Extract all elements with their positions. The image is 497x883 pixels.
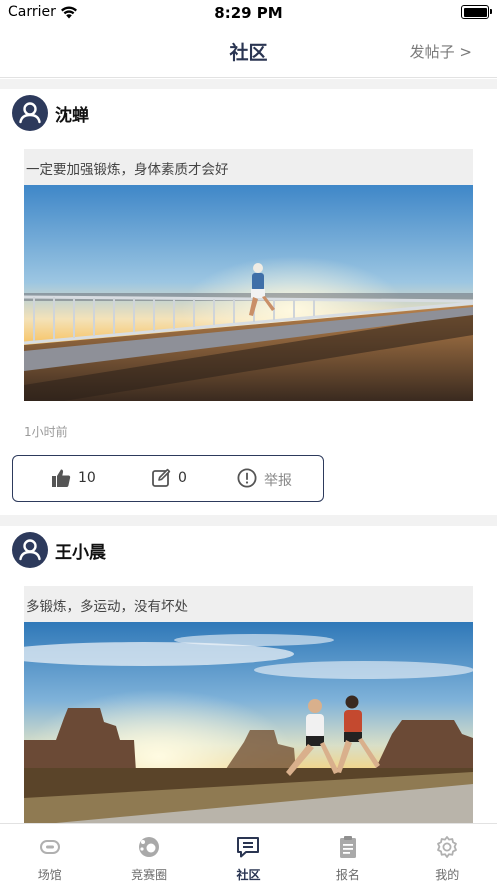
- post-action-bar: 10 0 举报: [12, 455, 324, 502]
- tab-stadium[interactable]: 场馆: [0, 824, 99, 883]
- stadium-icon: [39, 840, 60, 854]
- community-icon: [237, 837, 260, 858]
- tab-bar: 场馆 竞赛圈 社区 报名 我的: [0, 823, 497, 883]
- tab-label: 社区: [236, 868, 261, 882]
- user-icon: [19, 102, 41, 124]
- edit-icon: [152, 468, 171, 487]
- competition-icon: [139, 837, 160, 857]
- clock: 8:29 PM: [214, 4, 283, 22]
- comment-count: 0: [178, 470, 187, 486]
- gear-icon: [437, 836, 458, 858]
- tab-community[interactable]: 社区: [199, 824, 298, 883]
- post-text: 一定要加强锻炼，身体素质才会好: [26, 162, 229, 178]
- post-feed[interactable]: 沈蝉 一定要加强锻炼，身体素质才会好 1小时前 10 0 举报 王小晨 多锻炼，…: [0, 79, 497, 823]
- desert-runners-photo: [24, 622, 473, 823]
- comment-button[interactable]: 0: [151, 468, 201, 490]
- report-label: 举报: [264, 473, 292, 489]
- post-content[interactable]: 一定要加强锻炼，身体素质才会好: [24, 149, 473, 401]
- avatar[interactable]: [12, 95, 48, 131]
- author-name[interactable]: 沈蝉: [55, 101, 89, 126]
- post-image[interactable]: [24, 622, 473, 823]
- report-button[interactable]: 举报: [237, 468, 307, 490]
- nav-header: 社区 发帖子 >: [0, 26, 497, 78]
- tab-label: 竞赛圈: [131, 868, 168, 882]
- like-button[interactable]: 10: [51, 468, 111, 490]
- tab-signup[interactable]: 报名: [298, 824, 397, 883]
- post-card: 王小晨 多锻炼，多运动，没有坏处: [0, 526, 497, 823]
- tab-label: 场馆: [37, 868, 62, 882]
- new-post-button[interactable]: 发帖子 >: [410, 41, 472, 62]
- tab-competition[interactable]: 竞赛圈: [99, 824, 198, 883]
- tab-mine[interactable]: 我的: [398, 824, 497, 883]
- alert-icon: [237, 468, 257, 488]
- author-name[interactable]: 王小晨: [55, 538, 106, 563]
- post-content[interactable]: 多锻炼，多运动，没有坏处: [24, 586, 473, 823]
- post-card: 沈蝉 一定要加强锻炼，身体素质才会好 1小时前 10 0 举报: [0, 89, 497, 515]
- post-text: 多锻炼，多运动，没有坏处: [26, 599, 188, 615]
- battery-icon: [461, 5, 492, 19]
- clipboard-icon: [339, 836, 356, 858]
- status-bar: Carrier 8:29 PM: [0, 0, 497, 26]
- user-icon: [19, 539, 41, 561]
- runner-bridge-photo: [24, 185, 473, 401]
- like-count: 10: [78, 470, 96, 486]
- post-timestamp: 1小时前: [24, 425, 68, 439]
- post-image[interactable]: [24, 185, 473, 401]
- tab-label: 报名: [335, 868, 360, 882]
- avatar[interactable]: [12, 532, 48, 568]
- thumbs-up-icon: [52, 469, 71, 487]
- tab-label: 我的: [435, 868, 460, 882]
